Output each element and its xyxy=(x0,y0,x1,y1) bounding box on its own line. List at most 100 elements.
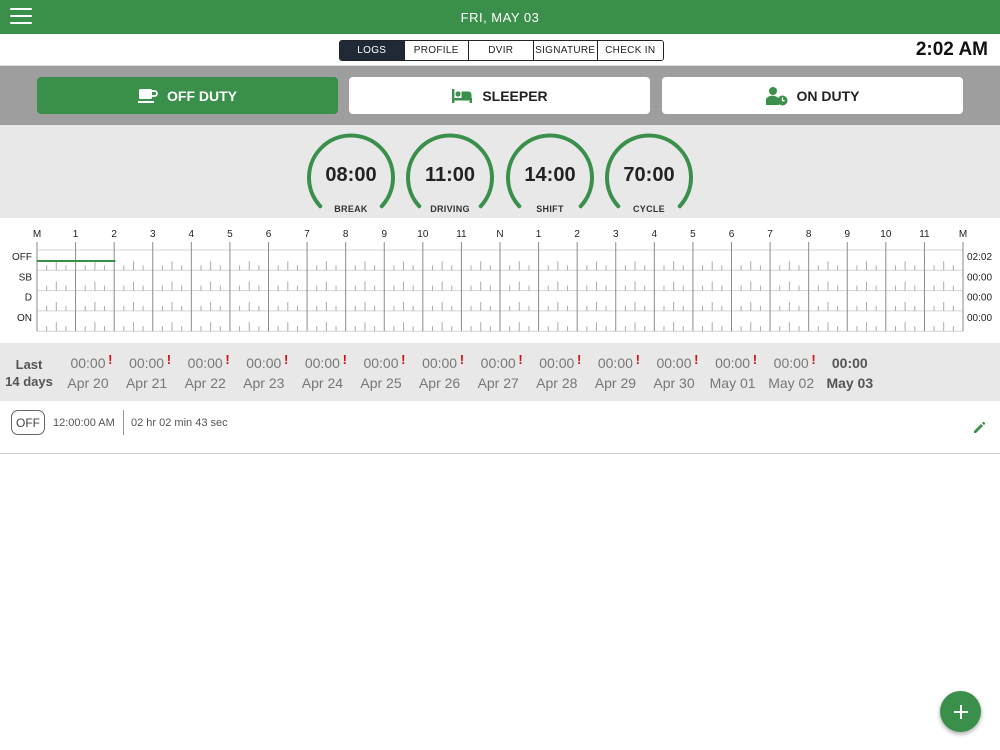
hour-label: 6 xyxy=(266,229,272,240)
row-total: 00:00 xyxy=(967,293,992,304)
cycle-gauge: 70:00 CYCLE xyxy=(603,127,695,217)
history-day-time-value: 00:00 xyxy=(656,355,692,371)
history-day[interactable]: 00:00! May 02 xyxy=(762,352,820,391)
history-day-date: Apr 29 xyxy=(594,375,637,391)
shift-value: 14:00 xyxy=(524,164,576,186)
history-day-time: 00:00! xyxy=(480,352,523,371)
history-day[interactable]: 00:00! Apr 20 xyxy=(59,352,117,391)
history-label: Last 14 days xyxy=(4,356,54,390)
history-label-line1: Last xyxy=(15,357,43,372)
hour-label: 9 xyxy=(844,229,850,240)
row-total: 02:02 xyxy=(967,252,992,263)
history-day-date: Apr 22 xyxy=(184,375,226,391)
history-day-date: Apr 21 xyxy=(125,375,168,391)
history-day[interactable]: 00:00! Apr 24 xyxy=(293,352,351,391)
history-day-time: 00:00! xyxy=(539,352,581,371)
history-day-time-value: 00:00 xyxy=(480,355,516,371)
history-day-time: 00:00! xyxy=(129,352,171,371)
warning-icon: ! xyxy=(401,352,406,367)
plus-icon xyxy=(953,704,968,719)
header-date: FRI, MAY 03 xyxy=(460,9,540,25)
history-day[interactable]: 00:00! Apr 28 xyxy=(528,352,586,391)
history-day-date: Apr 20 xyxy=(67,375,109,391)
shift-label: SHIFT xyxy=(536,204,564,214)
history-day[interactable]: 00:00! Apr 27 xyxy=(469,352,527,391)
history-day[interactable]: 00:00! Apr 22 xyxy=(176,352,234,391)
history-day[interactable]: 00:00! May 01 xyxy=(704,352,762,391)
history-day-date: Apr 25 xyxy=(360,375,402,391)
warning-icon: ! xyxy=(342,352,347,367)
history-day-date: Apr 28 xyxy=(536,375,578,391)
warning-icon: ! xyxy=(225,352,230,367)
tab-dvir[interactable]: DVIR xyxy=(469,41,534,60)
history-day-time-value: 00:00 xyxy=(363,355,399,371)
history-day[interactable]: 00:00 May 03 xyxy=(821,355,879,391)
history-day-date: Apr 24 xyxy=(301,375,344,391)
hour-label: 3 xyxy=(150,229,156,240)
driving-gauge: 11:00 DRIVING xyxy=(404,127,496,217)
row-label: D xyxy=(25,293,32,304)
hamburger-menu-icon[interactable] xyxy=(10,8,32,26)
cycle-value: 70:00 xyxy=(623,164,675,186)
sleeper-label: SLEEPER xyxy=(482,87,548,104)
history-day[interactable]: 00:00! Apr 30 xyxy=(645,352,703,391)
tab-logs[interactable]: LOGS xyxy=(340,41,405,60)
history-day-time: 00:00! xyxy=(246,352,288,371)
tab-profile[interactable]: PROFILE xyxy=(404,41,469,60)
hour-label: 1 xyxy=(536,229,542,240)
graph-grid: M 1 2 3 4 5 6 7 8 9 10 11 N 1 2 3 4 5 6 7 8 9 10 11 M OFF 02:02 SB 0… xyxy=(12,229,992,332)
history-day-time: 00:00! xyxy=(715,352,757,371)
history-day-time: 00:00! xyxy=(363,352,405,371)
history-day[interactable]: 00:00! Apr 21 xyxy=(118,352,176,391)
on-duty-button[interactable]: ON DUTY xyxy=(662,77,963,114)
history-day-time-value: 00:00 xyxy=(422,355,458,371)
history-day-time-value: 00:00 xyxy=(715,355,751,371)
hour-label: 4 xyxy=(189,229,195,240)
tab-signature[interactable]: SIGNATURE xyxy=(533,41,598,60)
history-day-date: May 03 xyxy=(826,375,874,391)
history-day-time-value: 00:00 xyxy=(187,355,223,371)
hour-label: M xyxy=(959,229,967,240)
hour-label: 2 xyxy=(111,229,117,240)
history-day[interactable]: 00:00! Apr 26 xyxy=(411,352,469,391)
history-day[interactable]: 00:00! Apr 29 xyxy=(586,352,644,391)
hour-label: 11 xyxy=(456,229,467,240)
tab-check-in[interactable]: CHECK IN xyxy=(598,41,663,60)
warning-icon: ! xyxy=(694,352,699,367)
sleeper-button[interactable]: SLEEPER xyxy=(349,77,650,114)
history-day-time: 00:00! xyxy=(598,352,640,371)
warning-icon: ! xyxy=(459,352,465,367)
history-day-time-value: 00:00 xyxy=(773,355,809,371)
history-day-time: 00:00! xyxy=(187,352,230,371)
hour-label: M xyxy=(33,229,41,240)
hour-label: 6 xyxy=(729,229,735,240)
history-day-time-value: 00:00 xyxy=(304,355,340,371)
log-duration: 02 hr 02 min 43 sec xyxy=(131,417,228,429)
hour-label: 2 xyxy=(574,229,580,240)
moon-icon[interactable] xyxy=(968,8,986,26)
status-badge: OFF xyxy=(11,410,45,435)
break-value: 08:00 xyxy=(325,164,377,186)
top-bar: FRI, MAY 03 xyxy=(0,0,1000,34)
hour-label: 5 xyxy=(690,229,696,240)
hour-label: 10 xyxy=(417,229,429,240)
history-day[interactable]: 00:00! Apr 25 xyxy=(352,352,410,391)
history-label-line2: 14 days xyxy=(5,374,53,389)
off-duty-button[interactable]: OFF DUTY xyxy=(37,77,338,114)
hour-label: 4 xyxy=(652,229,658,240)
warning-icon: ! xyxy=(108,352,113,367)
log-entry-row[interactable]: OFF 12:00:00 AM 02 hr 02 min 43 sec xyxy=(0,401,1000,454)
history-day-time: 00:00! xyxy=(422,352,464,371)
hour-label: 9 xyxy=(381,229,387,240)
pencil-icon[interactable] xyxy=(973,421,986,434)
history-day-date: Apr 26 xyxy=(418,375,461,391)
history-day-time: 00:00! xyxy=(70,352,112,371)
log-start-time: 12:00:00 AM xyxy=(53,417,115,429)
history-day-date: Apr 27 xyxy=(477,375,519,391)
add-button[interactable] xyxy=(940,691,981,732)
coffee-cup-icon xyxy=(138,88,158,103)
hours-gauges: 08:00 BREAK 11:00 DRIVING 14:00 SHIFT 70… xyxy=(0,125,1000,218)
history-day[interactable]: 00:00! Apr 23 xyxy=(235,352,293,391)
history-day-date: May 02 xyxy=(768,375,815,391)
warning-icon: ! xyxy=(518,352,523,367)
